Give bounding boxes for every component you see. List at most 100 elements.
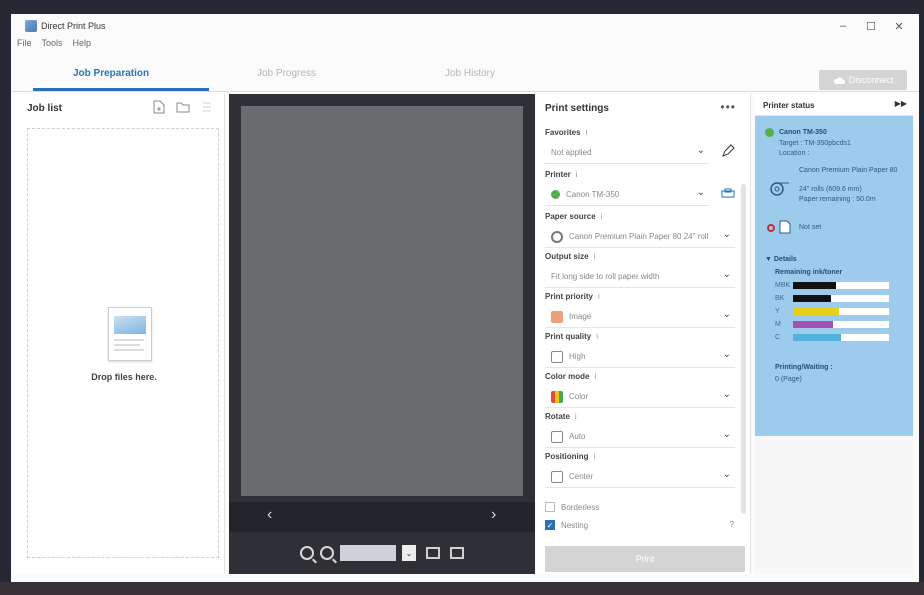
print-quality-value: High	[569, 352, 586, 361]
ink-name: BK	[775, 295, 785, 302]
ink-level-fill	[793, 295, 832, 302]
tab-job-progress[interactable]: Job Progress	[257, 68, 316, 79]
chevron-down-icon: ⌄	[722, 269, 731, 280]
rotate-dropdown[interactable]: Auto ⌄	[545, 426, 735, 448]
settings-scrollbar[interactable]	[741, 184, 746, 514]
help-icon[interactable]: ?	[730, 520, 734, 529]
borderless-checkbox[interactable]	[545, 502, 555, 512]
ink-row-bk: BK	[775, 295, 889, 302]
warning-icon	[767, 224, 775, 232]
info-icon[interactable]: i	[575, 412, 577, 421]
status-printer-name: Canon TM-350	[779, 129, 827, 136]
printer-online-icon	[765, 128, 774, 137]
printer-status-panel: Printer status ▶▶ Canon TM-350 Target : …	[755, 94, 913, 574]
output-size-section: Output size i Fit long side to roll paper…	[545, 252, 735, 288]
color-mode-dropdown[interactable]: Color ⌄	[545, 386, 735, 408]
ink-level-bar	[793, 282, 889, 289]
info-icon[interactable]: i	[594, 252, 596, 261]
output-size-dropdown[interactable]: Fit long side to roll paper width ⌄	[545, 266, 735, 288]
ink-level-fill	[793, 308, 840, 315]
zoom-level-select[interactable]	[340, 545, 396, 561]
rotate-value: Auto	[569, 432, 586, 441]
tab-divider	[11, 91, 919, 92]
previous-page-icon[interactable]: ‹	[267, 506, 272, 524]
printer-value: Canon TM-350	[566, 190, 620, 199]
ink-level-bar	[793, 321, 889, 328]
info-icon[interactable]: i	[596, 332, 598, 341]
chevron-down-icon[interactable]: ⌄	[402, 545, 416, 561]
print-priority-label: Print priority	[545, 292, 594, 301]
more-options-icon[interactable]: •••	[720, 100, 736, 114]
favorites-dropdown[interactable]: Not applied ⌄	[545, 142, 709, 164]
zoom-toolbar: ⌄	[229, 532, 535, 574]
color-mode-label: Color mode	[545, 372, 590, 381]
printer-settings-icon[interactable]	[721, 188, 735, 200]
add-folder-icon[interactable]	[176, 100, 190, 114]
ink-name: Y	[775, 308, 780, 315]
print-quality-section: Print quality i High ⌄	[545, 332, 735, 368]
ink-name: C	[775, 334, 781, 341]
fit-width-icon[interactable]	[426, 547, 440, 559]
nesting-checkbox[interactable]: ✓	[545, 520, 555, 530]
document-icon	[108, 307, 152, 361]
ink-row-mbk: MBK	[775, 282, 889, 289]
info-icon[interactable]: i	[594, 452, 596, 461]
paper-source-dropdown[interactable]: Canon Premium Plain Paper 80 24" roll ⌄	[545, 226, 735, 248]
ink-level-fill	[793, 282, 837, 289]
info-icon[interactable]: i	[594, 372, 596, 381]
fit-page-icon[interactable]	[450, 547, 464, 559]
maximize-icon[interactable]: ☐	[857, 14, 885, 38]
printer-online-icon	[551, 190, 560, 199]
positioning-dropdown[interactable]: Center ⌄	[545, 466, 735, 488]
print-button[interactable]: Print	[545, 546, 745, 572]
quality-icon	[551, 350, 563, 363]
minimize-icon[interactable]: –	[829, 14, 857, 38]
zoom-in-icon[interactable]	[300, 546, 314, 560]
close-icon[interactable]: ✕	[885, 14, 913, 38]
printing-waiting-value: 0 (Page)	[775, 376, 802, 383]
chevron-down-icon: ⌄	[722, 349, 731, 360]
favorites-section: Favorites i Not applied ⌄	[545, 128, 735, 164]
roll-paper-name: Canon Premium Plain Paper 80	[799, 167, 898, 174]
chevron-down-icon: ⌄	[722, 229, 731, 240]
drop-files-text: Drop files here.	[91, 372, 157, 382]
favorites-label: Favorites	[545, 128, 581, 137]
window-controls: – ☐ ✕	[829, 14, 913, 38]
preview-navigation: ‹ ›	[229, 502, 535, 532]
ink-name: MBK	[775, 282, 791, 289]
info-icon[interactable]: i	[586, 128, 588, 137]
print-priority-dropdown[interactable]: Image ⌄	[545, 306, 735, 328]
chevron-down-icon: ⌄	[696, 145, 705, 156]
printing-waiting-label: Printing/Waiting :	[775, 364, 833, 371]
drop-zone[interactable]: Drop files here.	[27, 128, 219, 558]
next-page-icon[interactable]: ›	[491, 506, 496, 524]
printer-dropdown[interactable]: Canon TM-350 ⌄	[545, 184, 709, 206]
job-list-toolbar	[152, 100, 214, 114]
printer-status-header: Printer status ▶▶	[755, 94, 913, 116]
nesting-option[interactable]: ✓ Nesting	[545, 520, 588, 530]
app-logo-icon	[25, 20, 37, 32]
borderless-option[interactable]: Borderless	[545, 502, 599, 512]
collapse-panel-icon[interactable]: ▶▶	[895, 99, 907, 108]
tab-job-history[interactable]: Job History	[445, 68, 495, 79]
edit-pencil-icon[interactable]	[721, 144, 735, 158]
ink-level-fill	[793, 321, 834, 328]
details-toggle[interactable]: ▼ Details	[765, 256, 797, 263]
printer-status-card: Canon TM-350 Target : TM-350pbcds1 Locat…	[755, 116, 913, 436]
cloud-icon	[833, 76, 845, 84]
ink-name: M	[775, 321, 781, 328]
rotate-icon	[551, 430, 563, 443]
list-menu-icon[interactable]	[200, 100, 214, 114]
ink-level-bar	[793, 295, 889, 302]
disconnect-button[interactable]: Disconnect	[819, 70, 907, 90]
tab-job-preparation[interactable]: Job Preparation	[73, 68, 149, 79]
print-quality-dropdown[interactable]: High ⌄	[545, 346, 735, 368]
ink-row-m: M	[775, 321, 889, 328]
zoom-out-icon[interactable]	[320, 546, 334, 560]
output-size-label: Output size	[545, 252, 589, 261]
info-icon[interactable]: i	[576, 170, 578, 179]
info-icon[interactable]: i	[601, 212, 603, 221]
add-file-icon[interactable]	[152, 100, 166, 114]
info-icon[interactable]: i	[598, 292, 600, 301]
preview-page	[241, 106, 523, 496]
